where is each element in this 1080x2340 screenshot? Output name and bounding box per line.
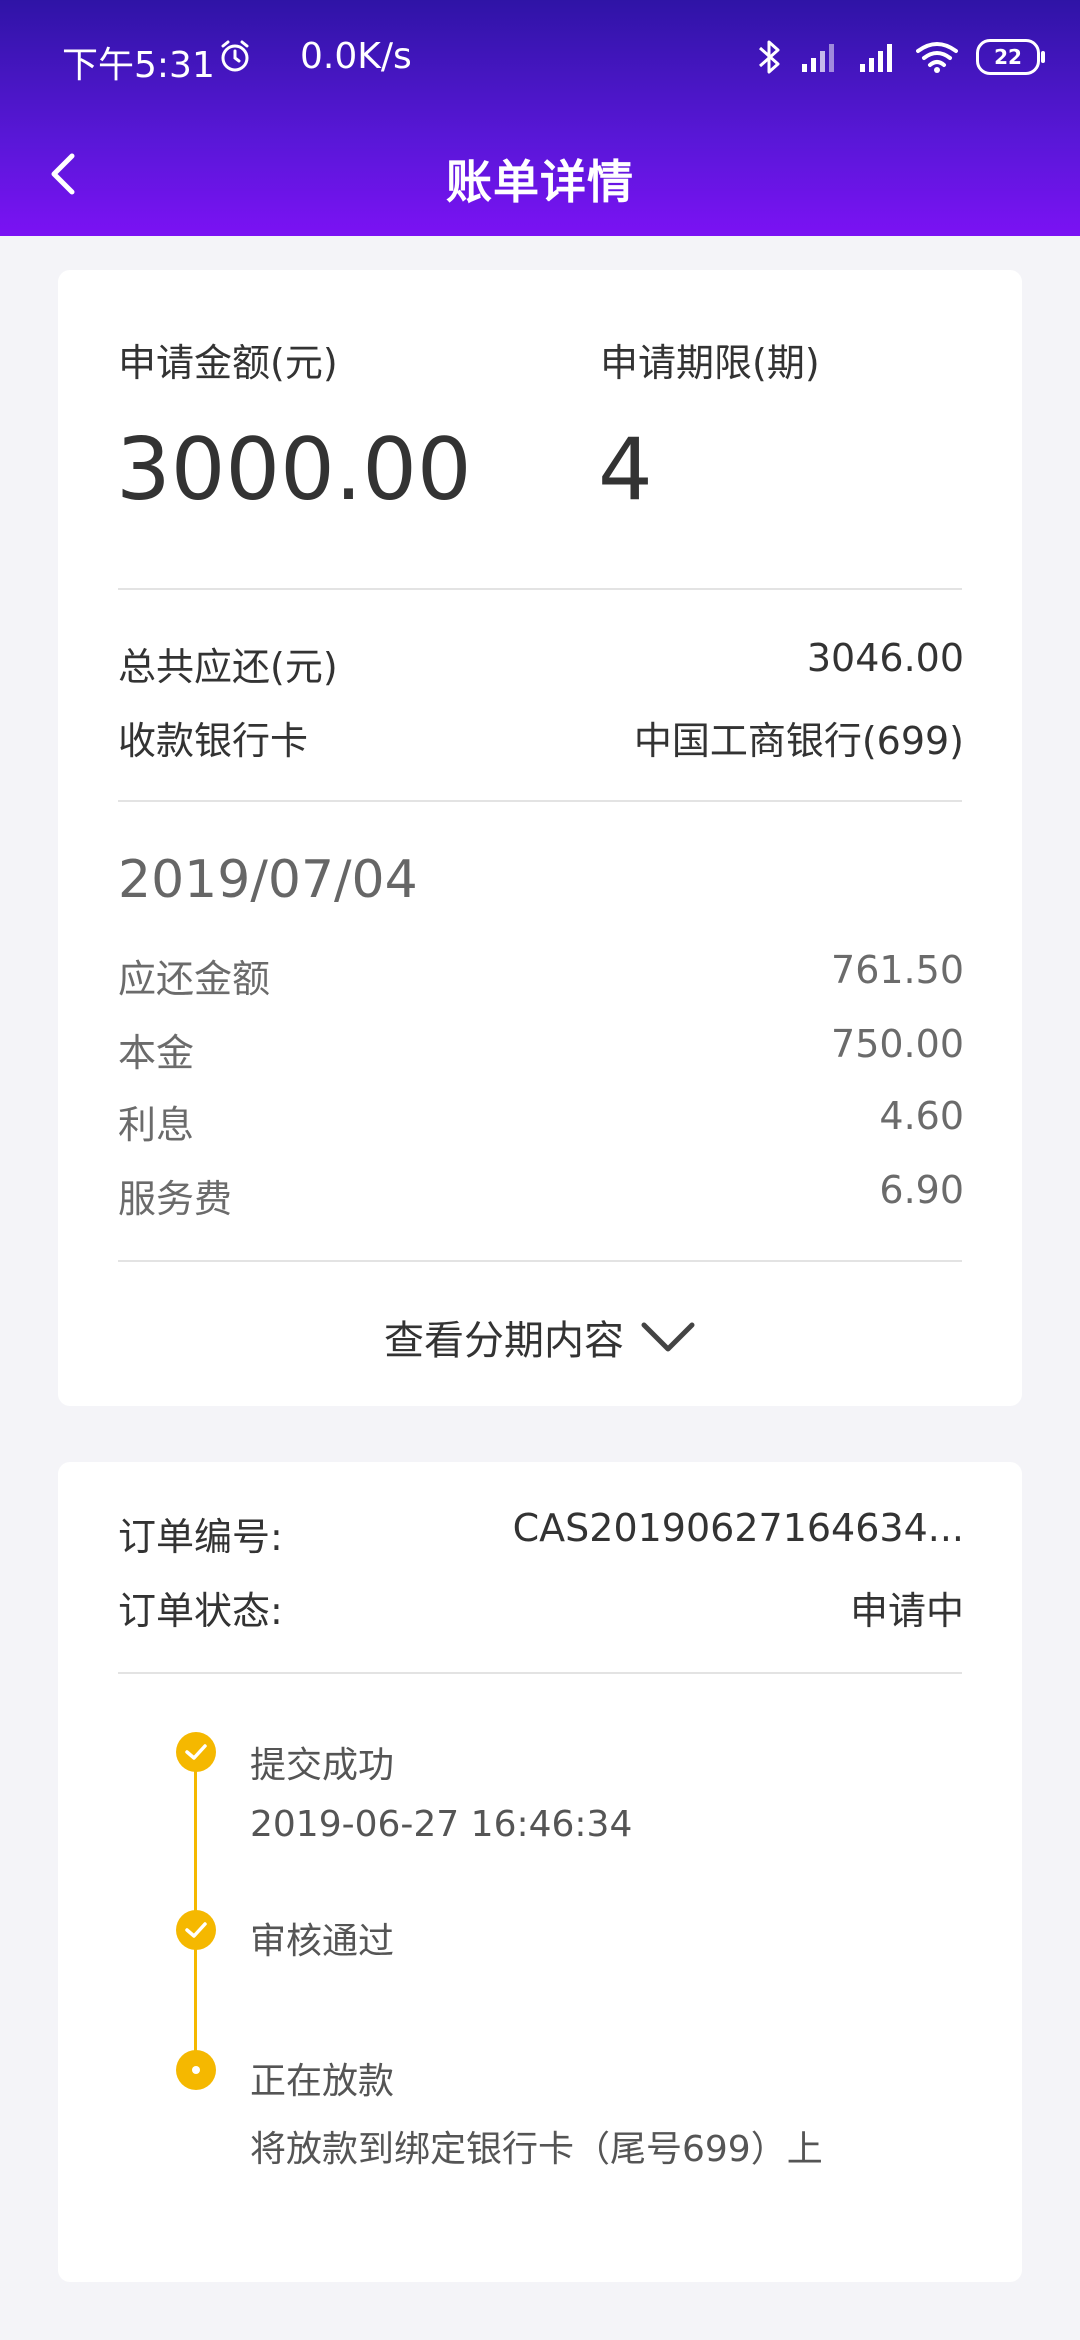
divider <box>118 800 962 802</box>
installment-row-label: 应还金额 <box>118 957 271 1001</box>
bank-row: 收款银行卡 中国工商银行(699) <box>118 710 964 765</box>
check-icon <box>176 1732 216 1772</box>
check-icon <box>176 1910 216 1950</box>
installment-row-value: 4.60 <box>879 1094 964 1138</box>
installment-row-value: 6.90 <box>879 1168 964 1212</box>
order-number-label: 订单编号: <box>118 1515 283 1559</box>
installment-row: 利息 4.60 <box>118 1094 964 1149</box>
installment-row: 应还金额 761.50 <box>118 948 964 1003</box>
order-number-value: CAS20190627164634... <box>512 1506 964 1550</box>
bank-value: 中国工商银行(699) <box>633 719 964 763</box>
timeline-connector <box>194 1930 197 2070</box>
bluetooth-icon <box>759 40 780 74</box>
installment-row: 服务费 6.90 <box>118 1168 964 1223</box>
status-bar: 下午5:31 0.0K/s 22 <box>0 0 1080 118</box>
order-status-value: 申请中 <box>849 1589 964 1633</box>
timeline-step-sub: 2019-06-27 16:46:34 <box>250 1804 633 1845</box>
installment-row-label: 本金 <box>118 1031 195 1075</box>
amount-value: 3000.00 <box>116 420 472 520</box>
timeline-step-title: 正在放款 <box>250 2061 395 2102</box>
order-status-row: 订单状态: 申请中 <box>118 1580 964 1635</box>
battery-level: 22 <box>994 45 1022 69</box>
page-title: 账单详情 <box>446 155 634 209</box>
installment-date: 2019/07/04 <box>118 850 418 910</box>
status-time: 下午5:31 <box>62 45 215 86</box>
term-label: 申请期限(期) <box>600 341 820 385</box>
amount-label: 申请金额(元) <box>118 341 338 385</box>
view-installments-button[interactable]: 查看分期内容 <box>58 1302 1022 1372</box>
chevron-down-icon <box>641 1322 695 1352</box>
order-card: 订单编号: CAS20190627164634... 订单状态: 申请中 提交成… <box>58 1462 1022 2282</box>
view-installments-label: 查看分期内容 <box>384 1318 624 1364</box>
network-speed: 0.0K/s <box>300 36 412 77</box>
timeline-step-title: 审核通过 <box>250 1921 395 1962</box>
total-label: 总共应还(元) <box>118 645 338 689</box>
total-row: 总共应还(元) 3046.00 <box>118 636 964 691</box>
nav-bar: 账单详情 <box>0 118 1080 236</box>
timeline-step-sub: 将放款到绑定银行卡（尾号699）上 <box>250 2129 823 2170</box>
divider <box>118 588 962 590</box>
status-icons: 22 <box>756 38 1045 76</box>
timeline-connector <box>194 1752 197 1930</box>
signal-icon-2 <box>860 44 892 72</box>
alarm-icon <box>221 40 249 72</box>
app-header: 下午5:31 0.0K/s 22 账单详情 <box>0 0 1080 236</box>
battery-icon: 22 <box>976 39 1045 75</box>
wifi-icon <box>916 42 958 73</box>
installment-row-value: 750.00 <box>831 1022 964 1066</box>
order-number-row: 订单编号: CAS20190627164634... <box>118 1506 964 1561</box>
installment-row: 本金 750.00 <box>118 1022 964 1077</box>
term-value: 4 <box>598 420 653 520</box>
current-step-icon <box>176 2050 216 2090</box>
divider <box>118 1672 962 1674</box>
installment-row-label: 服务费 <box>118 1177 233 1221</box>
signal-icon <box>802 44 834 72</box>
order-status-label: 订单状态: <box>118 1589 283 1633</box>
total-value: 3046.00 <box>806 636 964 680</box>
bill-summary-card: 申请金额(元) 申请期限(期) 3000.00 4 总共应还(元) 3046.0… <box>58 270 1022 1406</box>
divider <box>118 1260 962 1262</box>
installment-row-value: 761.50 <box>831 948 964 992</box>
installment-row-label: 利息 <box>118 1103 195 1147</box>
timeline-step-title: 提交成功 <box>250 1745 395 1786</box>
bank-label: 收款银行卡 <box>118 719 309 763</box>
